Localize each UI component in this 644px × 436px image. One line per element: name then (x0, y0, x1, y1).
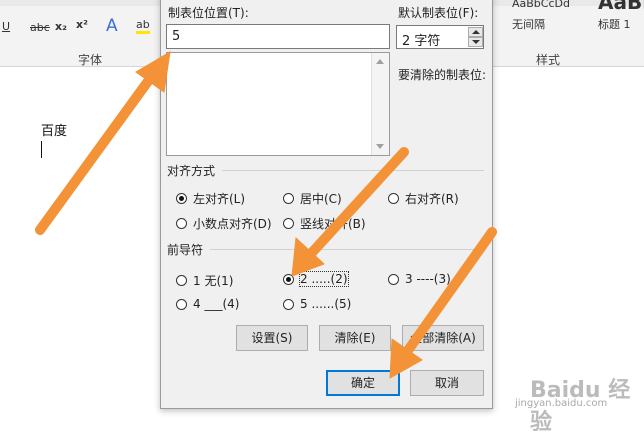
leader-dashes-radio[interactable]: 3 ----(3) (388, 272, 451, 286)
tab-position-list[interactable] (166, 52, 390, 156)
clear-button[interactable]: 清除(E) (319, 325, 391, 351)
set-button[interactable]: 设置(S) (236, 325, 308, 351)
leader-middots-radio[interactable]: 5 ......(5) (283, 297, 351, 311)
align-center-radio[interactable]: 居中(C) (283, 190, 342, 207)
style-preview: AaBbCcDd (512, 0, 570, 10)
underline-button[interactable]: U (2, 20, 10, 33)
style-heading-1[interactable]: AaBl 标题 1 (598, 0, 644, 40)
style-name: 无间隔 (512, 18, 545, 31)
leader-dots-radio[interactable]: 2 .....(2) (283, 271, 349, 287)
radio-dot (283, 193, 294, 204)
style-no-spacing[interactable]: AaBbCcDd 无间隔 (512, 0, 592, 40)
clear-all-button[interactable]: 全部清除(A) (402, 325, 484, 351)
text-cursor (41, 141, 42, 158)
radio-label: 左对齐(L) (193, 192, 246, 206)
alignment-group-label: 对齐方式 (167, 164, 216, 178)
list-scrollbar[interactable] (371, 53, 389, 155)
leader-underline-radio[interactable]: 4 ___(4) (176, 297, 239, 311)
radio-dot (283, 298, 294, 310)
radio-dot (176, 193, 187, 204)
radio-label: 2 .....(2) (299, 271, 349, 287)
align-left-radio[interactable]: 左对齐(L) (176, 190, 245, 207)
superscript-button[interactable]: x² (76, 18, 88, 31)
highlight-icon[interactable]: ab (136, 18, 150, 34)
cancel-button[interactable]: 取消 (410, 370, 484, 396)
radio-label: 3 ----(3) (405, 272, 451, 286)
radio-dot (388, 273, 399, 285)
default-tab-spinner[interactable] (468, 27, 483, 48)
radio-dot (388, 193, 399, 204)
font-group-label: 字体 (78, 53, 103, 67)
default-tab-value: 2 字符 (402, 34, 441, 49)
subscript-button[interactable]: x₂ (55, 20, 67, 33)
align-decimal-radio[interactable]: 小数点对齐(D) (176, 215, 272, 232)
leader-group-label: 前导符 (167, 243, 204, 257)
radio-label: 小数点对齐(D) (193, 217, 272, 231)
radio-dot (176, 218, 187, 229)
ok-button[interactable]: 确定 (326, 370, 400, 396)
tab-position-input[interactable]: 5 (166, 24, 390, 49)
leader-none-radio[interactable]: 1 无(1) (176, 272, 233, 289)
style-name: 标题 1 (598, 18, 631, 31)
align-right-radio[interactable]: 右对齐(R) (388, 190, 459, 207)
radio-dot (283, 218, 294, 229)
spin-down-icon[interactable] (468, 37, 483, 47)
spin-up-icon[interactable] (468, 27, 483, 37)
watermark-url: jingyan.baidu.com (515, 398, 608, 409)
scroll-up-icon[interactable] (376, 59, 384, 64)
radio-label: 5 ......(5) (300, 297, 352, 311)
tab-position-label: 制表位位置(T): (168, 6, 249, 20)
style-preview: AaBl (598, 0, 644, 14)
clear-tabs-label: 要清除的制表位: (398, 68, 487, 82)
default-tab-label: 默认制表位(F): (398, 6, 479, 20)
radio-label: 竖线对齐(B) (300, 217, 366, 231)
radio-dot (283, 273, 294, 285)
radio-label: 居中(C) (300, 192, 342, 206)
radio-dot (176, 275, 187, 286)
styles-group-label: 样式 (536, 53, 561, 67)
text-effect-icon[interactable]: A (106, 16, 118, 36)
leader-separator (210, 249, 484, 250)
radio-dot (176, 298, 187, 310)
strikethrough-button[interactable]: abc (30, 21, 50, 34)
tab-position-value: 5 (172, 29, 181, 44)
radio-label: 4 ___(4) (193, 297, 240, 311)
document-text: 百度 (41, 124, 68, 139)
radio-label: 1 无(1) (193, 274, 234, 288)
scroll-down-icon[interactable] (376, 144, 384, 149)
radio-label: 右对齐(R) (405, 192, 459, 206)
alignment-separator (222, 170, 484, 171)
align-bar-radio[interactable]: 竖线对齐(B) (283, 215, 366, 232)
